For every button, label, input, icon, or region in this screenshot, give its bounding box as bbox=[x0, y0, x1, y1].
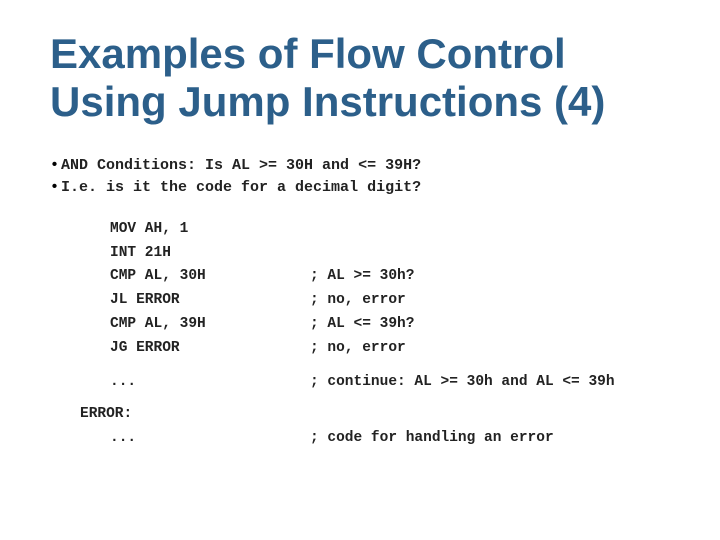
code-comment-6: ; no, error bbox=[310, 337, 406, 361]
bullet-symbol-1: • bbox=[50, 157, 59, 174]
error-instruction: ... bbox=[110, 427, 310, 451]
code-line-5: CMP AL, 39H ; AL <= 39h? bbox=[110, 313, 670, 337]
code-line-2: INT 21H bbox=[110, 242, 670, 266]
error-section: ERROR: ... ; code for handling an error bbox=[80, 403, 670, 451]
bullet-points: •AND Conditions: Is AL >= 30H and <= 39H… bbox=[50, 155, 670, 200]
code-comment-4: ; no, error bbox=[310, 289, 406, 313]
error-label: ERROR: bbox=[80, 403, 670, 427]
code-line-1: MOV AH, 1 bbox=[110, 218, 670, 242]
bullet-text-1: AND Conditions: Is AL >= 30H and <= 39H? bbox=[61, 157, 421, 174]
error-code-line: ... ; code for handling an error bbox=[110, 427, 670, 451]
slide: Examples of Flow Control Using Jump Inst… bbox=[0, 0, 720, 540]
code-instruction-1: MOV AH, 1 bbox=[110, 218, 310, 242]
bullet-line-1: •AND Conditions: Is AL >= 30H and <= 39H… bbox=[50, 155, 670, 178]
bullet-text-2: I.e. is it the code for a decimal digit? bbox=[61, 179, 421, 196]
code-instruction-3: CMP AL, 30H bbox=[110, 265, 310, 289]
error-comment: ; code for handling an error bbox=[310, 427, 554, 451]
code-instruction-2: INT 21H bbox=[110, 242, 310, 266]
code-comment-3: ; AL >= 30h? bbox=[310, 265, 414, 289]
code-comment-5: ; AL <= 39h? bbox=[310, 313, 414, 337]
code-line-6: JG ERROR ; no, error bbox=[110, 337, 670, 361]
code-line-4: JL ERROR ; no, error bbox=[110, 289, 670, 313]
code-line-3: CMP AL, 30H ; AL >= 30h? bbox=[110, 265, 670, 289]
bullet-symbol-2: • bbox=[50, 179, 59, 196]
title-line2: Using Jump Instructions (4) bbox=[50, 78, 605, 125]
code-instruction-4: JL ERROR bbox=[110, 289, 310, 313]
bullet-line-2: •I.e. is it the code for a decimal digit… bbox=[50, 177, 670, 200]
code-block: MOV AH, 1 INT 21H CMP AL, 30H ; AL >= 30… bbox=[110, 218, 670, 362]
continue-instruction: ... bbox=[110, 371, 310, 395]
continue-comment: ; continue: AL >= 30h and AL <= 39h bbox=[310, 371, 615, 395]
continue-line: ... ; continue: AL >= 30h and AL <= 39h bbox=[110, 371, 670, 395]
title-line1: Examples of Flow Control bbox=[50, 30, 566, 77]
slide-title: Examples of Flow Control Using Jump Inst… bbox=[50, 30, 670, 127]
code-instruction-5: CMP AL, 39H bbox=[110, 313, 310, 337]
code-instruction-6: JG ERROR bbox=[110, 337, 310, 361]
